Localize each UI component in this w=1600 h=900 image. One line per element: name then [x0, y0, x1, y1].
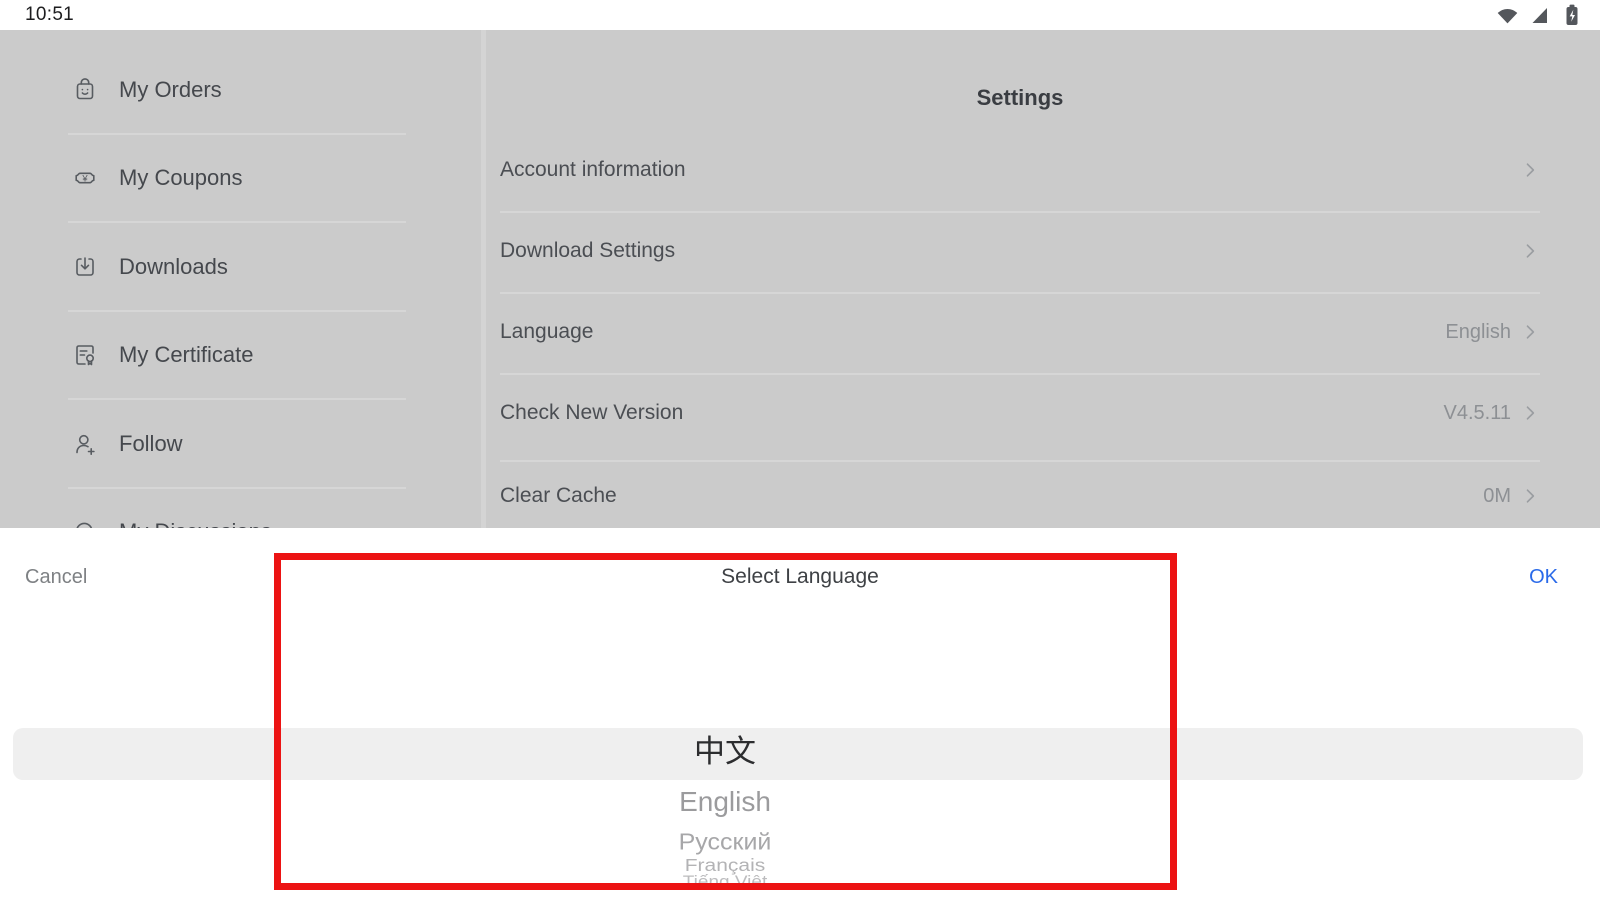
settings-row-label: Clear Cache	[500, 484, 617, 508]
language-option-russian[interactable]: Русский	[275, 829, 1175, 855]
sidebar-item-follow[interactable]: Follow	[0, 414, 481, 474]
shopping-bag-icon	[70, 75, 100, 105]
chevron-right-icon	[1520, 322, 1540, 342]
settings-divider	[500, 373, 1540, 375]
settings-row-check-new-version[interactable]: Check New Version V4.5.11	[500, 391, 1540, 435]
discussion-icon	[70, 517, 100, 528]
settings-row-language[interactable]: Language English	[500, 310, 1540, 354]
sidebar-item-label: My Certificate	[119, 342, 253, 368]
language-option-partial[interactable]: Tiếng Việt	[275, 874, 1175, 883]
coupon-icon: ¥	[70, 163, 100, 193]
sidebar-divider	[68, 133, 406, 135]
language-option-english[interactable]: English	[275, 785, 1175, 819]
page-title: Settings	[500, 76, 1540, 120]
sidebar-item-label: My Coupons	[119, 165, 243, 191]
signal-icon	[1527, 3, 1551, 27]
settings-divider	[500, 292, 1540, 294]
follow-user-icon	[70, 429, 100, 459]
wifi-icon	[1495, 3, 1520, 28]
battery-charging-icon	[1558, 2, 1582, 28]
chevron-right-icon	[1520, 160, 1540, 180]
settings-divider	[500, 460, 1540, 462]
settings-row-label: Account information	[500, 158, 686, 182]
settings-row-value: 0M	[1483, 485, 1511, 508]
language-option-chinese[interactable]: 中文	[275, 731, 1175, 773]
dialog-title: Select Language	[0, 562, 1600, 592]
settings-row-label: Check New Version	[500, 401, 683, 425]
sidebar-item-downloads[interactable]: Downloads	[0, 237, 481, 297]
sidebar-item-my-certificate[interactable]: My Certificate	[0, 325, 481, 385]
sidebar-item-my-coupons[interactable]: ¥ My Coupons	[0, 148, 481, 208]
sidebar-divider	[68, 310, 406, 312]
panel-divider	[481, 30, 486, 528]
sidebar-item-label: Downloads	[119, 254, 228, 280]
settings-row-value: V4.5.11	[1444, 402, 1511, 425]
sidebar-divider	[68, 398, 406, 400]
settings-row-label: Download Settings	[500, 239, 675, 263]
ok-button[interactable]: OK	[1529, 562, 1558, 592]
chevron-right-icon	[1520, 403, 1540, 423]
chevron-right-icon	[1520, 486, 1540, 506]
certificate-icon	[70, 340, 100, 370]
status-icons	[1495, 0, 1582, 30]
modal-scrim[interactable]: My Orders ¥ My Coupons	[0, 30, 1600, 528]
sidebar-item-my-orders[interactable]: My Orders	[0, 60, 481, 120]
settings-row-download-settings[interactable]: Download Settings	[500, 229, 1540, 273]
sidebar-item-label: My Discussions	[119, 519, 272, 528]
language-picker-dialog: Cancel Select Language OK 中文 English Рус…	[0, 528, 1600, 900]
settings-divider	[500, 211, 1540, 213]
svg-text:¥: ¥	[81, 173, 88, 184]
sidebar-divider	[68, 221, 406, 223]
screen: 10:51	[0, 0, 1600, 900]
status-time: 10:51	[25, 0, 74, 30]
settings-row-account-information[interactable]: Account information	[500, 148, 1540, 192]
chevron-right-icon	[1520, 241, 1540, 261]
settings-row-clear-cache[interactable]: Clear Cache 0M	[500, 474, 1540, 518]
status-bar: 10:51	[0, 0, 1600, 30]
sidebar-item-my-discussions[interactable]: My Discussions	[0, 502, 481, 528]
sidebar-item-label: My Orders	[119, 77, 222, 103]
download-icon	[70, 252, 100, 282]
sidebar-divider	[68, 487, 406, 489]
sidebar-item-label: Follow	[119, 431, 183, 457]
settings-row-label: Language	[500, 320, 593, 344]
settings-row-value: English	[1445, 321, 1511, 344]
